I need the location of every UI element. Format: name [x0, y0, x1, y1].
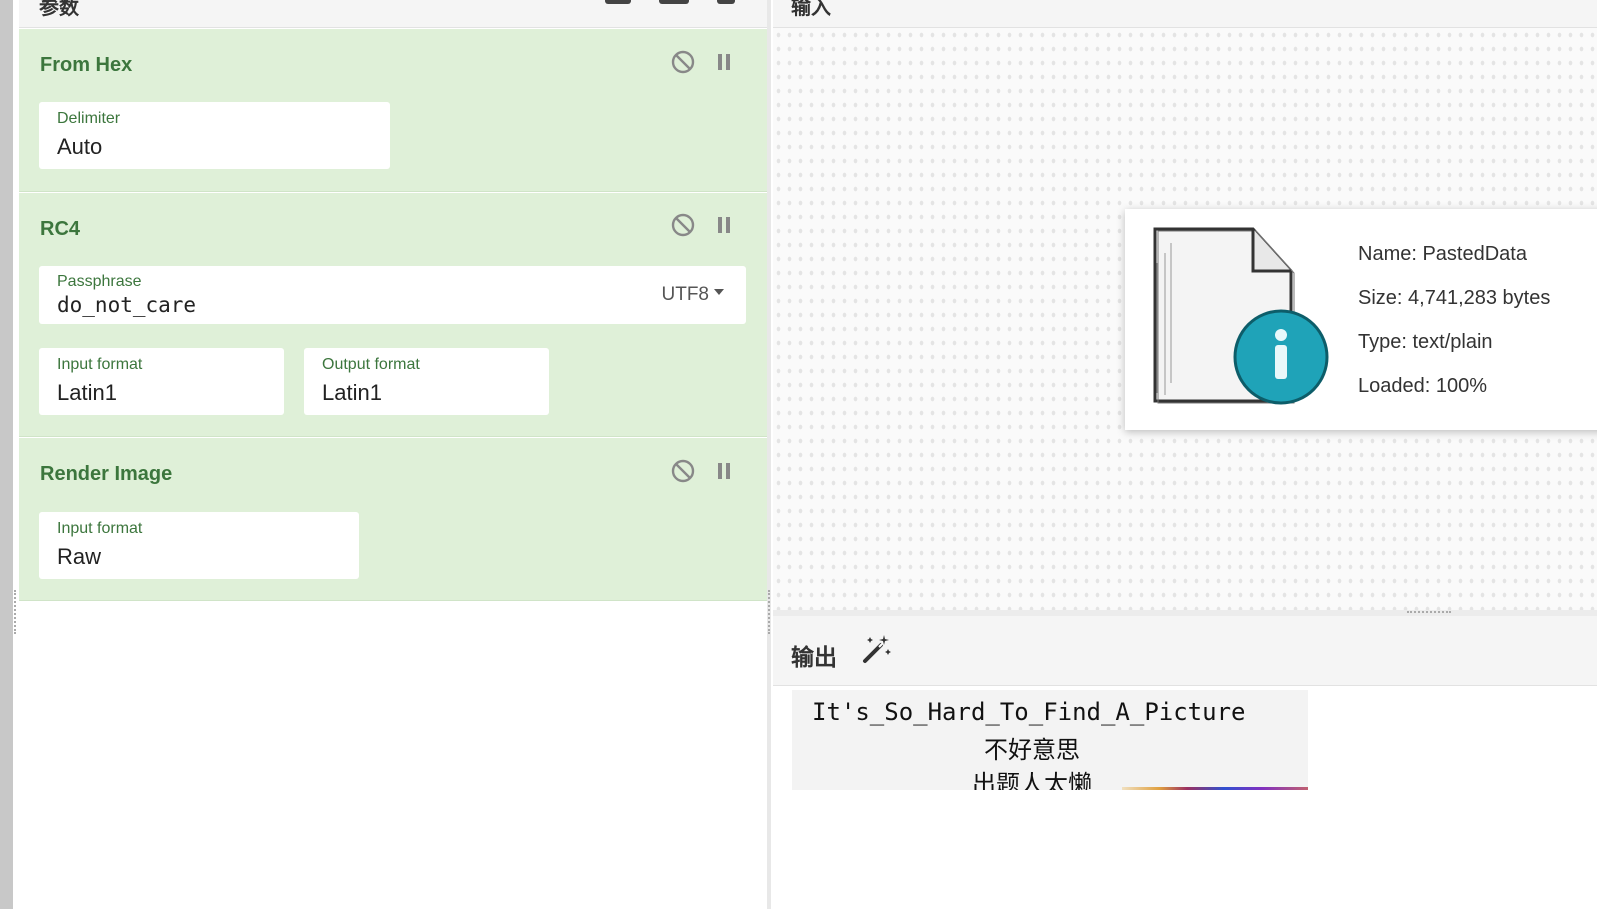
- operation-from-hex[interactable]: From Hex Delimiter Auto: [19, 29, 767, 192]
- image-color-stripe: [1122, 787, 1308, 790]
- delimiter-value: Auto: [57, 134, 103, 159]
- input-header: 输入: [773, 0, 1597, 28]
- rendered-text-line: It's_So_Hard_To_Find_A_Picture: [812, 698, 1246, 726]
- delimiter-select[interactable]: Delimiter Auto: [39, 102, 390, 169]
- recipe-pane: 参数 From Hex Delimiter Auto RC4 Passphras…: [19, 0, 767, 909]
- input-format-label: Input format: [57, 356, 143, 373]
- resize-dots: [1407, 611, 1451, 614]
- left-resize-grip[interactable]: [14, 590, 16, 634]
- operation-render-image[interactable]: Render Image Input format Raw: [19, 438, 767, 601]
- input-title: 输入: [791, 0, 831, 19]
- operation-title: From Hex: [40, 54, 133, 76]
- file-loaded: Loaded: 100%: [1358, 375, 1488, 397]
- disable-operation-icon[interactable]: [670, 458, 696, 484]
- file-details-card: Name: PastedData Size: 4,741,283 bytes T…: [1125, 209, 1597, 430]
- middle-resize-grip[interactable]: [768, 590, 770, 634]
- delimiter-label: Delimiter: [57, 110, 121, 127]
- magic-wand-icon[interactable]: [859, 633, 893, 667]
- pause-operation-icon[interactable]: [711, 49, 737, 75]
- render-input-format-select[interactable]: Input format Raw: [39, 512, 359, 579]
- output-format-label: Output format: [322, 356, 420, 373]
- operation-title: RC4: [40, 218, 81, 240]
- pane-divider[interactable]: [767, 0, 771, 909]
- load-recipe-button[interactable]: [659, 0, 689, 4]
- file-info-icon: [1153, 227, 1329, 405]
- clear-recipe-button[interactable]: [717, 0, 735, 4]
- operation-rc4[interactable]: RC4 Passphrase do_not_care UTF8 Input fo…: [19, 193, 767, 437]
- render-input-format-value: Raw: [57, 544, 102, 569]
- recipe-header: 参数: [19, 0, 767, 28]
- pause-operation-icon[interactable]: [711, 458, 737, 484]
- operation-title: Render Image: [40, 463, 173, 485]
- output-format-select[interactable]: Output format Latin1: [304, 348, 549, 415]
- render-input-format-label: Input format: [57, 520, 143, 537]
- rendered-output-image: It's_So_Hard_To_Find_A_Picture 不好意思 出题人太…: [792, 690, 1308, 790]
- file-size: Size: 4,741,283 bytes: [1358, 287, 1551, 309]
- output-header: 输出: [773, 616, 1597, 686]
- save-recipe-button[interactable]: [605, 0, 631, 4]
- output-format-value: Latin1: [322, 380, 382, 405]
- caret-down-icon: [714, 288, 724, 295]
- disable-operation-icon[interactable]: [670, 212, 696, 238]
- pause-operation-icon[interactable]: [711, 212, 737, 238]
- output-title: 输出: [791, 644, 837, 670]
- input-format-value: Latin1: [57, 380, 117, 405]
- encoding-label: UTF8: [661, 284, 710, 305]
- input-format-select[interactable]: Input format Latin1: [39, 348, 284, 415]
- recipe-title: 参数: [39, 0, 79, 19]
- file-type: Type: text/plain: [1358, 331, 1493, 353]
- passphrase-label: Passphrase: [57, 273, 142, 290]
- rendered-text-line: 不好意思: [984, 737, 1080, 764]
- file-name: Name: PastedData: [1358, 243, 1527, 265]
- passphrase-encoding-dropdown[interactable]: UTF8: [661, 284, 724, 306]
- passphrase-value: do_not_care: [57, 293, 197, 317]
- left-edge-scrollbar: [0, 0, 13, 909]
- passphrase-field[interactable]: Passphrase do_not_care UTF8: [39, 266, 746, 324]
- disable-operation-icon[interactable]: [670, 49, 696, 75]
